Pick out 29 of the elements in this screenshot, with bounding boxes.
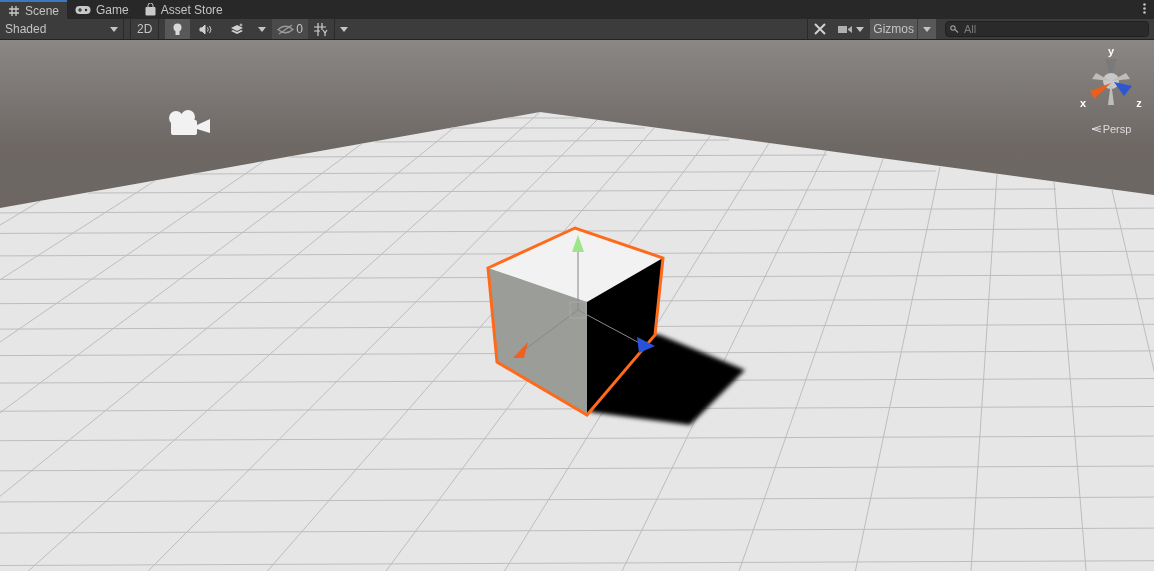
tools-icon xyxy=(813,22,828,36)
projection-toggle[interactable]: Persp xyxy=(1090,121,1132,138)
y-axis-label: y xyxy=(1107,46,1115,57)
tab[interactable]: Scene xyxy=(0,0,68,19)
x-axis-label: x xyxy=(1080,98,1087,109)
eye-slash-icon xyxy=(277,23,295,35)
tab[interactable]: Asset Store xyxy=(136,0,231,19)
search-icon xyxy=(950,25,960,33)
caret-icon xyxy=(340,26,349,32)
gamepad-icon xyxy=(75,4,92,15)
perspective-icon xyxy=(1090,125,1101,134)
grid-icon xyxy=(314,22,329,36)
lighting-toggle[interactable] xyxy=(165,19,191,39)
search-field[interactable]: All xyxy=(945,21,1149,37)
z-axis-label: z xyxy=(1136,98,1142,109)
caret-icon xyxy=(923,26,931,32)
video-camera-icon xyxy=(838,24,853,34)
shopping-bag-icon xyxy=(144,3,156,16)
2d-toggle[interactable]: 2D xyxy=(130,19,160,39)
hash-icon xyxy=(8,4,20,17)
light-bulb-icon xyxy=(173,22,183,36)
scene-camera-icon xyxy=(168,109,211,137)
tab[interactable]: Game xyxy=(67,0,137,19)
more-options-icon[interactable] xyxy=(1143,3,1146,14)
speaker-icon xyxy=(199,23,214,35)
caret-icon xyxy=(110,26,118,32)
caret-icon xyxy=(856,26,865,32)
caret-icon xyxy=(258,26,267,32)
hidden-objects-toggle[interactable]: 0 xyxy=(272,19,309,39)
